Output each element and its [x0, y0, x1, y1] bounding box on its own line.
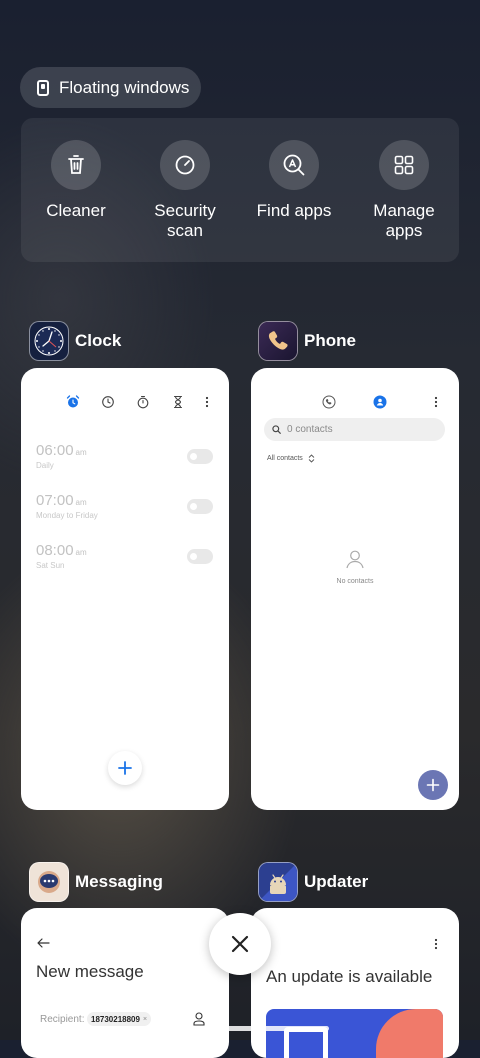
- updater-app-header[interactable]: Updater: [258, 862, 368, 902]
- banner-red-shape: [376, 1009, 443, 1058]
- add-alarm-button[interactable]: [108, 751, 142, 785]
- more-options-icon[interactable]: [429, 395, 443, 409]
- timer-tab-icon[interactable]: [171, 395, 185, 409]
- sort-arrows-icon: [308, 454, 315, 463]
- cleaner-button[interactable]: Cleaner: [21, 140, 131, 221]
- world-clock-tab-icon[interactable]: [101, 395, 115, 409]
- messaging-app-header[interactable]: Messaging: [29, 862, 163, 902]
- cleaner-label: Cleaner: [46, 201, 106, 220]
- updater-app-icon: [258, 862, 298, 902]
- empty-contact-icon: [346, 550, 364, 569]
- update-banner: [266, 1009, 443, 1058]
- contacts-filter-dropdown[interactable]: All contacts: [267, 454, 315, 463]
- alarm-repeat: Daily: [36, 461, 54, 470]
- phone-app-icon: [258, 321, 298, 361]
- alarm-tab-icon[interactable]: [66, 395, 80, 409]
- plus-icon: [426, 778, 440, 792]
- call-log-tab-icon[interactable]: [322, 395, 336, 409]
- messaging-app-card[interactable]: New message Recipient: 18730218809 ×: [21, 908, 229, 1058]
- trash-icon: [51, 140, 101, 190]
- floating-windows-label: Floating windows: [59, 77, 190, 97]
- alarm-time: 07:00: [36, 492, 74, 509]
- find-apps-icon: [269, 140, 319, 190]
- clock-app-card[interactable]: 06:00 am Daily 07:00 am Monday to Friday 0…: [21, 368, 229, 810]
- phone-app-name: Phone: [304, 331, 356, 350]
- search-placeholder: 0 contacts: [287, 424, 333, 435]
- manage-apps-button[interactable]: Manage apps: [349, 140, 459, 241]
- phone-app-header[interactable]: Phone: [258, 321, 356, 361]
- close-icon: [231, 935, 249, 953]
- more-options-icon[interactable]: [200, 395, 214, 409]
- quick-actions-panel: Cleaner Security scan Find apps Manage a…: [21, 118, 459, 262]
- messaging-app-icon: [29, 862, 69, 902]
- alarm-ampm: am: [75, 548, 87, 557]
- find-apps-label: Find apps: [256, 201, 332, 220]
- alarm-toggle[interactable]: [187, 499, 213, 514]
- new-message-title: New message: [36, 962, 144, 981]
- grid-icon: [379, 140, 429, 190]
- stopwatch-tab-icon[interactable]: [136, 395, 150, 409]
- home-indicator[interactable]: [151, 1026, 329, 1031]
- add-contact-button[interactable]: [418, 770, 448, 800]
- remove-recipient-icon[interactable]: ×: [143, 1016, 147, 1023]
- alarm-ampm: am: [75, 498, 87, 507]
- alarm-item[interactable]: 08:00 am Sat Sun: [36, 542, 87, 570]
- alarm-toggle[interactable]: [187, 449, 213, 464]
- alarm-time: 06:00: [36, 442, 74, 459]
- contacts-tab-icon[interactable]: [373, 395, 387, 409]
- alarm-ampm: am: [75, 448, 87, 457]
- alarm-repeat: Sat Sun: [36, 561, 65, 570]
- back-arrow-icon[interactable]: [37, 938, 50, 948]
- clock-app-icon: [29, 321, 69, 361]
- updater-app-name: Updater: [304, 872, 369, 891]
- manage-apps-label: Manage apps: [373, 201, 435, 240]
- recipient-number: 18730218809: [91, 1014, 140, 1024]
- update-available-title: An update is available: [266, 967, 433, 986]
- close-all-button[interactable]: [209, 913, 271, 975]
- clock-app-header[interactable]: Clock: [29, 321, 121, 361]
- alarm-item[interactable]: 07:00 am Monday to Friday: [36, 492, 98, 520]
- alarm-toggle[interactable]: [187, 549, 213, 564]
- contact-picker-icon[interactable]: [193, 1012, 205, 1026]
- phone-app-card[interactable]: 0 contacts All contacts No contacts: [251, 368, 459, 810]
- floating-windows-button[interactable]: Floating windows: [20, 67, 201, 108]
- contacts-search-input[interactable]: 0 contacts: [264, 418, 445, 441]
- messaging-app-name: Messaging: [75, 872, 163, 891]
- recipient-label: Recipient:: [40, 1014, 85, 1025]
- clock-app-name: Clock: [75, 331, 122, 350]
- security-scan-icon: [160, 140, 210, 190]
- alarm-time: 08:00: [36, 542, 74, 559]
- floating-window-icon: [37, 79, 49, 96]
- alarm-item[interactable]: 06:00 am Daily: [36, 442, 87, 470]
- plus-icon: [118, 761, 132, 775]
- banner-logo-shape: [284, 1027, 328, 1058]
- empty-contacts-text: No contacts: [336, 578, 374, 585]
- updater-app-card[interactable]: An update is available: [251, 908, 459, 1058]
- security-scan-button[interactable]: Security scan: [130, 140, 240, 241]
- recipient-chip[interactable]: 18730218809 ×: [87, 1012, 152, 1026]
- filter-label: All contacts: [267, 455, 303, 462]
- security-scan-label: Security scan: [154, 201, 216, 240]
- more-options-icon[interactable]: [429, 937, 443, 951]
- find-apps-button[interactable]: Find apps: [239, 140, 349, 221]
- alarm-repeat: Monday to Friday: [36, 511, 98, 520]
- search-icon: [272, 425, 281, 434]
